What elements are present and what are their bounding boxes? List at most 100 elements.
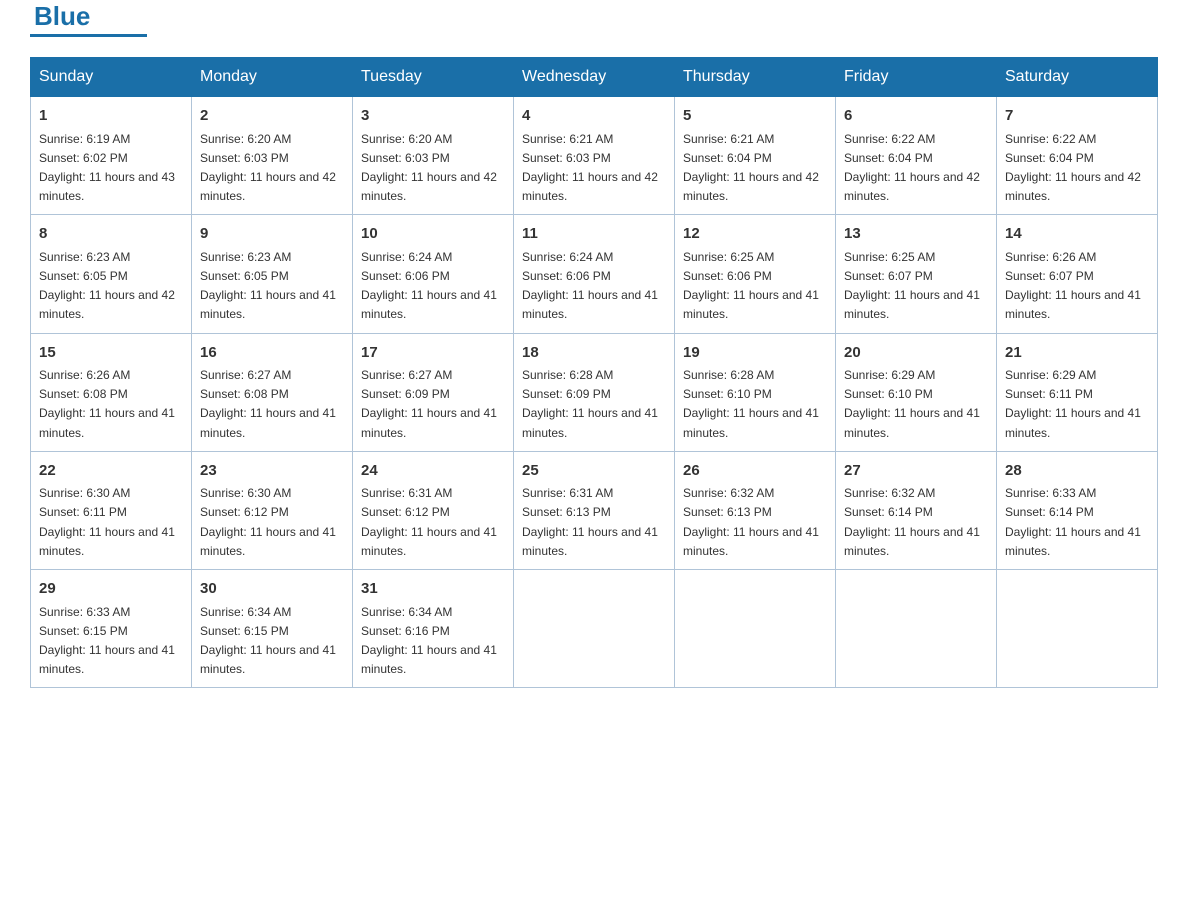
calendar-cell: 19 Sunrise: 6:28 AMSunset: 6:10 PMDaylig…	[675, 333, 836, 451]
day-number: 13	[844, 223, 988, 246]
calendar-cell: 18 Sunrise: 6:28 AMSunset: 6:09 PMDaylig…	[514, 333, 675, 451]
calendar-cell	[514, 570, 675, 688]
calendar-cell: 27 Sunrise: 6:32 AMSunset: 6:14 PMDaylig…	[836, 451, 997, 569]
day-number: 12	[683, 223, 827, 246]
day-info: Sunrise: 6:28 AMSunset: 6:10 PMDaylight:…	[683, 368, 819, 440]
logo-blue-text: Blue	[34, 1, 90, 32]
day-number: 26	[683, 460, 827, 483]
header-monday: Monday	[192, 58, 353, 97]
calendar-cell: 13 Sunrise: 6:25 AMSunset: 6:07 PMDaylig…	[836, 215, 997, 333]
day-number: 16	[200, 342, 344, 365]
day-info: Sunrise: 6:27 AMSunset: 6:08 PMDaylight:…	[200, 368, 336, 440]
calendar-cell: 23 Sunrise: 6:30 AMSunset: 6:12 PMDaylig…	[192, 451, 353, 569]
calendar-week-row: 1 Sunrise: 6:19 AMSunset: 6:02 PMDayligh…	[31, 97, 1158, 215]
calendar-cell: 4 Sunrise: 6:21 AMSunset: 6:03 PMDayligh…	[514, 97, 675, 215]
calendar-cell: 20 Sunrise: 6:29 AMSunset: 6:10 PMDaylig…	[836, 333, 997, 451]
day-info: Sunrise: 6:31 AMSunset: 6:13 PMDaylight:…	[522, 486, 658, 558]
calendar-cell: 16 Sunrise: 6:27 AMSunset: 6:08 PMDaylig…	[192, 333, 353, 451]
day-number: 14	[1005, 223, 1149, 246]
day-number: 5	[683, 105, 827, 128]
calendar-week-row: 15 Sunrise: 6:26 AMSunset: 6:08 PMDaylig…	[31, 333, 1158, 451]
day-number: 25	[522, 460, 666, 483]
calendar-cell: 26 Sunrise: 6:32 AMSunset: 6:13 PMDaylig…	[675, 451, 836, 569]
day-number: 10	[361, 223, 505, 246]
day-info: Sunrise: 6:20 AMSunset: 6:03 PMDaylight:…	[361, 132, 497, 204]
day-number: 23	[200, 460, 344, 483]
calendar-header-row: SundayMondayTuesdayWednesdayThursdayFrid…	[31, 58, 1158, 97]
header-thursday: Thursday	[675, 58, 836, 97]
day-number: 27	[844, 460, 988, 483]
day-info: Sunrise: 6:34 AMSunset: 6:15 PMDaylight:…	[200, 605, 336, 677]
calendar-cell: 17 Sunrise: 6:27 AMSunset: 6:09 PMDaylig…	[353, 333, 514, 451]
day-info: Sunrise: 6:22 AMSunset: 6:04 PMDaylight:…	[844, 132, 980, 204]
day-info: Sunrise: 6:30 AMSunset: 6:12 PMDaylight:…	[200, 486, 336, 558]
day-info: Sunrise: 6:32 AMSunset: 6:14 PMDaylight:…	[844, 486, 980, 558]
day-info: Sunrise: 6:23 AMSunset: 6:05 PMDaylight:…	[200, 250, 336, 322]
calendar-cell: 10 Sunrise: 6:24 AMSunset: 6:06 PMDaylig…	[353, 215, 514, 333]
day-info: Sunrise: 6:23 AMSunset: 6:05 PMDaylight:…	[39, 250, 175, 322]
day-number: 17	[361, 342, 505, 365]
day-number: 7	[1005, 105, 1149, 128]
day-number: 2	[200, 105, 344, 128]
day-info: Sunrise: 6:31 AMSunset: 6:12 PMDaylight:…	[361, 486, 497, 558]
calendar-cell: 25 Sunrise: 6:31 AMSunset: 6:13 PMDaylig…	[514, 451, 675, 569]
day-info: Sunrise: 6:33 AMSunset: 6:14 PMDaylight:…	[1005, 486, 1141, 558]
calendar-cell: 29 Sunrise: 6:33 AMSunset: 6:15 PMDaylig…	[31, 570, 192, 688]
header-saturday: Saturday	[997, 58, 1158, 97]
calendar-cell: 24 Sunrise: 6:31 AMSunset: 6:12 PMDaylig…	[353, 451, 514, 569]
day-number: 18	[522, 342, 666, 365]
day-number: 30	[200, 578, 344, 601]
day-info: Sunrise: 6:22 AMSunset: 6:04 PMDaylight:…	[1005, 132, 1141, 204]
day-number: 11	[522, 223, 666, 246]
calendar-cell: 7 Sunrise: 6:22 AMSunset: 6:04 PMDayligh…	[997, 97, 1158, 215]
day-number: 4	[522, 105, 666, 128]
calendar-cell: 21 Sunrise: 6:29 AMSunset: 6:11 PMDaylig…	[997, 333, 1158, 451]
calendar-cell	[997, 570, 1158, 688]
day-info: Sunrise: 6:29 AMSunset: 6:10 PMDaylight:…	[844, 368, 980, 440]
calendar-week-row: 22 Sunrise: 6:30 AMSunset: 6:11 PMDaylig…	[31, 451, 1158, 569]
day-info: Sunrise: 6:33 AMSunset: 6:15 PMDaylight:…	[39, 605, 175, 677]
day-number: 31	[361, 578, 505, 601]
day-number: 15	[39, 342, 183, 365]
calendar-cell: 22 Sunrise: 6:30 AMSunset: 6:11 PMDaylig…	[31, 451, 192, 569]
day-number: 29	[39, 578, 183, 601]
day-info: Sunrise: 6:25 AMSunset: 6:07 PMDaylight:…	[844, 250, 980, 322]
day-info: Sunrise: 6:30 AMSunset: 6:11 PMDaylight:…	[39, 486, 175, 558]
day-number: 20	[844, 342, 988, 365]
calendar-cell: 11 Sunrise: 6:24 AMSunset: 6:06 PMDaylig…	[514, 215, 675, 333]
day-number: 3	[361, 105, 505, 128]
day-info: Sunrise: 6:32 AMSunset: 6:13 PMDaylight:…	[683, 486, 819, 558]
day-info: Sunrise: 6:26 AMSunset: 6:08 PMDaylight:…	[39, 368, 175, 440]
calendar-week-row: 8 Sunrise: 6:23 AMSunset: 6:05 PMDayligh…	[31, 215, 1158, 333]
day-number: 24	[361, 460, 505, 483]
calendar-cell	[675, 570, 836, 688]
calendar-table: SundayMondayTuesdayWednesdayThursdayFrid…	[30, 57, 1158, 688]
day-info: Sunrise: 6:21 AMSunset: 6:04 PMDaylight:…	[683, 132, 819, 204]
day-number: 21	[1005, 342, 1149, 365]
day-info: Sunrise: 6:27 AMSunset: 6:09 PMDaylight:…	[361, 368, 497, 440]
day-number: 8	[39, 223, 183, 246]
calendar-cell: 8 Sunrise: 6:23 AMSunset: 6:05 PMDayligh…	[31, 215, 192, 333]
page-header: General General Blue	[30, 20, 1158, 37]
day-info: Sunrise: 6:21 AMSunset: 6:03 PMDaylight:…	[522, 132, 658, 204]
calendar-week-row: 29 Sunrise: 6:33 AMSunset: 6:15 PMDaylig…	[31, 570, 1158, 688]
calendar-cell: 12 Sunrise: 6:25 AMSunset: 6:06 PMDaylig…	[675, 215, 836, 333]
day-number: 28	[1005, 460, 1149, 483]
calendar-cell: 1 Sunrise: 6:19 AMSunset: 6:02 PMDayligh…	[31, 97, 192, 215]
day-number: 9	[200, 223, 344, 246]
calendar-cell: 5 Sunrise: 6:21 AMSunset: 6:04 PMDayligh…	[675, 97, 836, 215]
day-info: Sunrise: 6:24 AMSunset: 6:06 PMDaylight:…	[361, 250, 497, 322]
calendar-cell: 2 Sunrise: 6:20 AMSunset: 6:03 PMDayligh…	[192, 97, 353, 215]
calendar-cell: 30 Sunrise: 6:34 AMSunset: 6:15 PMDaylig…	[192, 570, 353, 688]
day-info: Sunrise: 6:25 AMSunset: 6:06 PMDaylight:…	[683, 250, 819, 322]
day-number: 19	[683, 342, 827, 365]
day-info: Sunrise: 6:26 AMSunset: 6:07 PMDaylight:…	[1005, 250, 1141, 322]
calendar-cell: 9 Sunrise: 6:23 AMSunset: 6:05 PMDayligh…	[192, 215, 353, 333]
calendar-cell: 28 Sunrise: 6:33 AMSunset: 6:14 PMDaylig…	[997, 451, 1158, 569]
logo: General General Blue	[30, 20, 147, 37]
day-info: Sunrise: 6:28 AMSunset: 6:09 PMDaylight:…	[522, 368, 658, 440]
day-info: Sunrise: 6:34 AMSunset: 6:16 PMDaylight:…	[361, 605, 497, 677]
calendar-cell: 15 Sunrise: 6:26 AMSunset: 6:08 PMDaylig…	[31, 333, 192, 451]
day-info: Sunrise: 6:24 AMSunset: 6:06 PMDaylight:…	[522, 250, 658, 322]
day-info: Sunrise: 6:29 AMSunset: 6:11 PMDaylight:…	[1005, 368, 1141, 440]
